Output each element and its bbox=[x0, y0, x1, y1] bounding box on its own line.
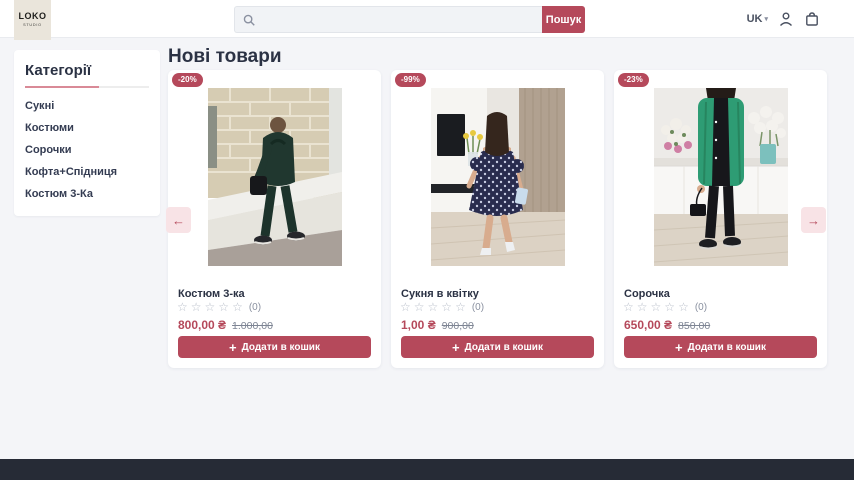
search-icon bbox=[242, 13, 256, 27]
categories-panel: Категорії Сукні Костюми Сорочки Кофта+Сп… bbox=[14, 50, 160, 216]
logo-subtitle: STUDIO bbox=[23, 24, 42, 28]
rating-stars: ☆ ☆ ☆ ☆ ☆ (0) bbox=[623, 301, 707, 313]
price-old: 850,00 bbox=[678, 320, 710, 332]
product-image[interactable] bbox=[431, 88, 565, 266]
header-actions: UK ▾ bbox=[747, 0, 820, 38]
sidebar-title: Категорії bbox=[25, 62, 149, 79]
star-icon: ☆ bbox=[414, 301, 425, 313]
star-icon: ☆ bbox=[623, 301, 634, 313]
star-icon: ☆ bbox=[678, 301, 689, 313]
product-carousel: -20% bbox=[168, 70, 827, 368]
star-icon: ☆ bbox=[428, 301, 439, 313]
search-input[interactable] bbox=[256, 14, 542, 26]
language-label: UK bbox=[747, 13, 763, 25]
star-icon: ☆ bbox=[191, 301, 202, 313]
price-old: 1.000,00 bbox=[232, 320, 273, 332]
product-card: -20% bbox=[168, 70, 381, 368]
plus-icon: + bbox=[675, 341, 683, 354]
discount-badge: -20% bbox=[172, 73, 203, 87]
star-icon: ☆ bbox=[232, 301, 243, 313]
logo-title: LOKO bbox=[19, 12, 47, 21]
product-title[interactable]: Сукня в квітку bbox=[401, 288, 479, 300]
star-icon: ☆ bbox=[205, 301, 216, 313]
product-title[interactable]: Костюм 3-ка bbox=[178, 288, 245, 300]
add-to-cart-label: Додати в кошик bbox=[465, 342, 543, 353]
add-to-cart-button[interactable]: + Додати в кошик bbox=[401, 336, 594, 358]
add-to-cart-button[interactable]: + Додати в кошик bbox=[624, 336, 817, 358]
carousel-next-button[interactable]: → bbox=[801, 207, 826, 233]
star-icon: ☆ bbox=[664, 301, 675, 313]
product-card: -99% bbox=[391, 70, 604, 368]
price-current: 650,00 ₴ bbox=[624, 318, 672, 332]
page-title: Нові товари bbox=[168, 46, 282, 68]
star-icon: ☆ bbox=[400, 301, 411, 313]
cart-icon bbox=[804, 11, 820, 27]
star-icon: ☆ bbox=[455, 301, 466, 313]
search-bar: Пошук bbox=[234, 6, 585, 33]
rating-count: (0) bbox=[472, 302, 484, 313]
price-current: 1,00 ₴ bbox=[401, 318, 436, 332]
search-button[interactable]: Пошук bbox=[542, 6, 585, 33]
arrow-right-icon: → bbox=[807, 213, 820, 228]
add-to-cart-label: Додати в кошик bbox=[688, 342, 766, 353]
discount-badge: -99% bbox=[395, 73, 426, 87]
page: LOKO STUDIO Пошук UK ▾ bbox=[0, 0, 854, 480]
price-row: 800,00 ₴ 1.000,00 bbox=[178, 318, 273, 332]
logo[interactable]: LOKO STUDIO bbox=[14, 0, 51, 40]
product-image[interactable] bbox=[654, 88, 788, 266]
product-card: -23% bbox=[614, 70, 827, 368]
product-image[interactable] bbox=[208, 88, 342, 266]
chevron-down-icon: ▾ bbox=[764, 15, 768, 23]
star-icon: ☆ bbox=[441, 301, 452, 313]
price-old: 900,00 bbox=[442, 320, 474, 332]
star-icon: ☆ bbox=[218, 301, 229, 313]
sidebar-item-sorochky[interactable]: Сорочки bbox=[25, 144, 149, 157]
sidebar-item-kofta-spidnytsia[interactable]: Кофта+Спідниця bbox=[25, 166, 149, 179]
star-icon: ☆ bbox=[177, 301, 188, 313]
search-input-box bbox=[234, 6, 542, 33]
footer bbox=[0, 459, 854, 480]
sidebar-item-kostyum-3-ka[interactable]: Костюм 3-Ка bbox=[25, 188, 149, 201]
cart-button[interactable] bbox=[804, 11, 820, 27]
price-row: 650,00 ₴ 850,00 bbox=[624, 318, 710, 332]
user-icon bbox=[778, 11, 794, 27]
rating-stars: ☆ ☆ ☆ ☆ ☆ (0) bbox=[177, 301, 261, 313]
product-title[interactable]: Сорочка bbox=[624, 288, 670, 300]
rating-count: (0) bbox=[695, 302, 707, 313]
sidebar-item-sukni[interactable]: Сукні bbox=[25, 100, 149, 113]
plus-icon: + bbox=[229, 341, 237, 354]
carousel-prev-button[interactable]: ← bbox=[166, 207, 191, 233]
plus-icon: + bbox=[452, 341, 460, 354]
rating-stars: ☆ ☆ ☆ ☆ ☆ (0) bbox=[400, 301, 484, 313]
add-to-cart-label: Додати в кошик bbox=[242, 342, 320, 353]
arrow-left-icon: ← bbox=[172, 213, 185, 228]
sidebar-title-underline bbox=[25, 86, 149, 88]
add-to-cart-button[interactable]: + Додати в кошик bbox=[178, 336, 371, 358]
price-current: 800,00 ₴ bbox=[178, 318, 226, 332]
star-icon: ☆ bbox=[637, 301, 648, 313]
account-button[interactable] bbox=[778, 11, 794, 27]
star-icon: ☆ bbox=[651, 301, 662, 313]
rating-count: (0) bbox=[249, 302, 261, 313]
discount-badge: -23% bbox=[618, 73, 649, 87]
language-switcher[interactable]: UK ▾ bbox=[747, 13, 768, 25]
sidebar-item-kostyumy[interactable]: Костюми bbox=[25, 122, 149, 135]
price-row: 1,00 ₴ 900,00 bbox=[401, 318, 474, 332]
